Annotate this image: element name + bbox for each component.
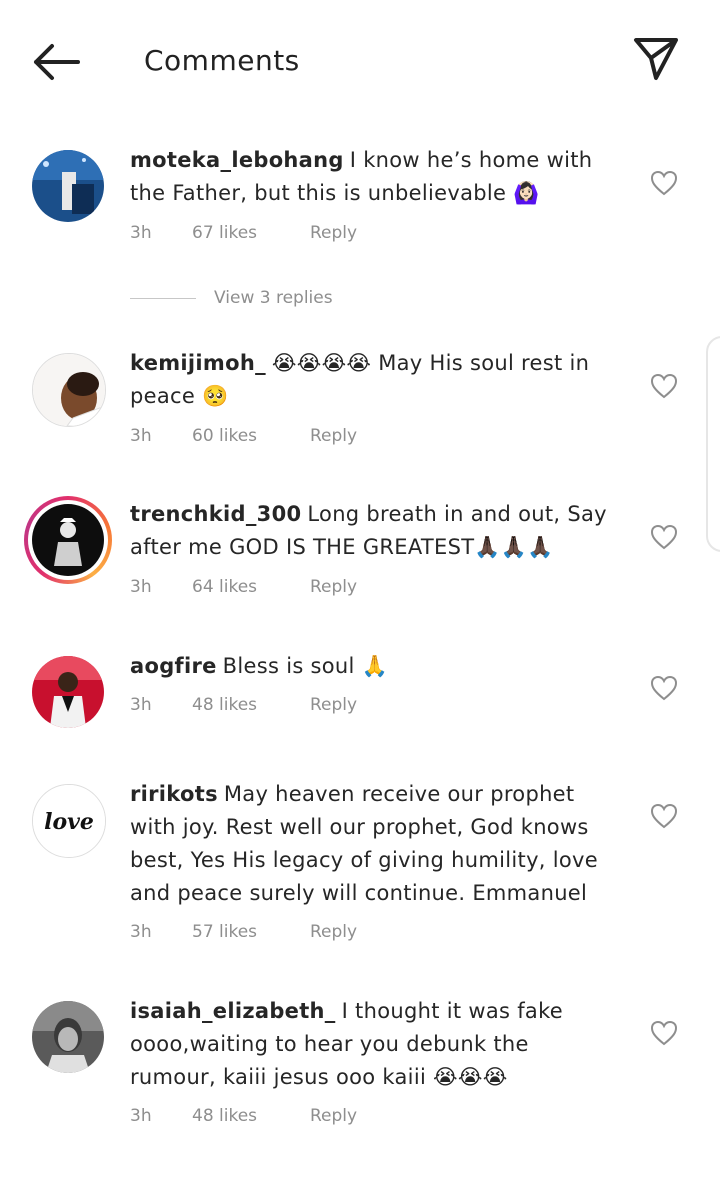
comment-meta: 3h 48 likes Reply xyxy=(130,695,357,715)
comment-body: kemijimoh_ 😭😭😭😭 May His soul rest in peac… xyxy=(130,347,620,413)
comment-username[interactable]: kemijimoh_ xyxy=(130,351,266,375)
share-button[interactable] xyxy=(630,34,682,86)
page-title: Comments xyxy=(144,44,300,77)
comment-text: Bless is soul 🙏 xyxy=(222,654,389,678)
comment-meta: 3h 64 likes Reply xyxy=(130,577,357,597)
comment-likes[interactable]: 60 likes xyxy=(192,426,310,446)
comment-likes[interactable]: 57 likes xyxy=(192,922,310,942)
comment-time: 3h xyxy=(130,577,152,597)
story-ring[interactable] xyxy=(24,496,112,584)
heart-icon[interactable] xyxy=(650,170,678,196)
reply-button[interactable]: Reply xyxy=(310,223,357,243)
comment-meta: 3h 67 likes Reply xyxy=(130,223,357,243)
reply-button[interactable]: Reply xyxy=(310,1106,357,1126)
avatar[interactable] xyxy=(32,353,106,427)
avatar-logo-text: love xyxy=(44,809,94,835)
avatar[interactable] xyxy=(32,150,104,222)
view-replies-button[interactable]: View 3 replies xyxy=(130,288,333,308)
heart-icon[interactable] xyxy=(650,524,678,550)
heart-icon[interactable] xyxy=(650,373,678,399)
back-button[interactable] xyxy=(30,40,82,84)
comment-likes[interactable]: 67 likes xyxy=(192,223,310,243)
heart-icon[interactable] xyxy=(650,675,678,701)
reply-button[interactable]: Reply xyxy=(310,426,357,446)
scroll-handle[interactable] xyxy=(706,336,720,552)
heart-icon[interactable] xyxy=(650,1020,678,1046)
comment-body: moteka_lebohang I know he’s home with the… xyxy=(130,144,620,210)
comment-time: 3h xyxy=(130,695,152,715)
avatar xyxy=(32,504,104,576)
comment-body: isaiah_elizabeth_ I thought it was fake o… xyxy=(130,995,620,1094)
comment-time: 3h xyxy=(130,426,152,446)
comment-time: 3h xyxy=(130,223,152,243)
comment-body: aogfire Bless is soul 🙏 xyxy=(130,650,620,683)
reply-button[interactable]: Reply xyxy=(310,922,357,942)
comment-meta: 3h 60 likes Reply xyxy=(130,426,357,446)
comment-body: ririkots May heaven receive our prophet w… xyxy=(130,778,620,910)
comment-time: 3h xyxy=(130,922,152,942)
comment-username[interactable]: aogfire xyxy=(130,654,217,678)
view-replies-label: View 3 replies xyxy=(214,288,333,308)
comment-meta: 3h 48 likes Reply xyxy=(130,1106,357,1126)
comment-time: 3h xyxy=(130,1106,152,1126)
comment-likes[interactable]: 48 likes xyxy=(192,695,310,715)
avatar[interactable]: love xyxy=(32,784,106,858)
avatar[interactable] xyxy=(32,656,104,728)
avatar[interactable] xyxy=(32,1001,104,1073)
comment-likes[interactable]: 48 likes xyxy=(192,1106,310,1126)
comment-username[interactable]: ririkots xyxy=(130,782,218,806)
top-bar: Comments xyxy=(0,0,720,124)
paper-plane-icon xyxy=(634,38,678,80)
comment-username[interactable]: moteka_lebohang xyxy=(130,148,344,172)
reply-button[interactable]: Reply xyxy=(310,577,357,597)
reply-button[interactable]: Reply xyxy=(310,695,357,715)
heart-icon[interactable] xyxy=(650,803,678,829)
comment-username[interactable]: trenchkid_300 xyxy=(130,502,301,526)
comment-likes[interactable]: 64 likes xyxy=(192,577,310,597)
comment-meta: 3h 57 likes Reply xyxy=(130,922,357,942)
comment-body: trenchkid_300 Long breath in and out, Say… xyxy=(130,498,620,564)
divider-line xyxy=(130,297,196,299)
comment-username[interactable]: isaiah_elizabeth_ xyxy=(130,999,336,1023)
arrow-left-icon xyxy=(34,44,80,80)
